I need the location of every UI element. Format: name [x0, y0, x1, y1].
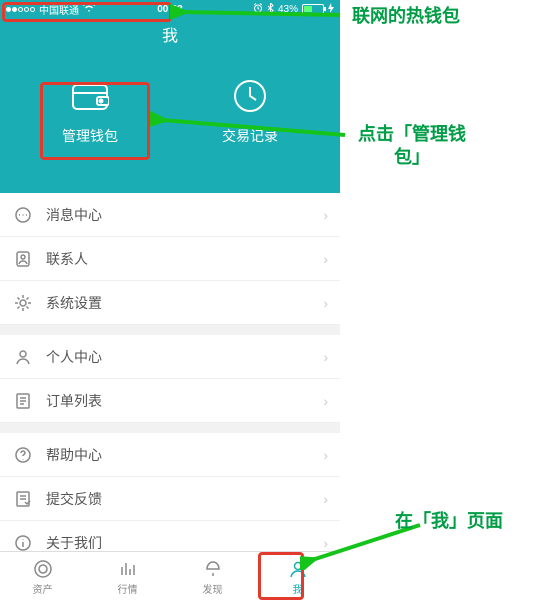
assets-icon: [33, 559, 53, 579]
row-help-label: 帮助中心: [46, 445, 323, 465]
orders-icon: [12, 392, 34, 410]
me-icon: [288, 559, 308, 579]
row-feedback[interactable]: 提交反馈 ›: [0, 477, 340, 521]
chevron-right-icon: ›: [323, 349, 328, 365]
help-icon: [12, 446, 34, 464]
manage-wallet-label: 管理钱包: [30, 126, 150, 146]
wallet-icon: [70, 76, 110, 116]
market-icon: [118, 559, 138, 579]
tab-assets[interactable]: 资产: [0, 552, 85, 603]
settings-icon: [12, 294, 34, 312]
phone-frame: 中国联通 00:23 43% 我: [0, 0, 340, 603]
chevron-right-icon: ›: [323, 295, 328, 311]
row-messages-label: 消息中心: [46, 205, 323, 225]
alarm-icon: [253, 3, 263, 16]
charging-icon: [328, 3, 334, 16]
row-personal[interactable]: 个人中心 ›: [0, 335, 340, 379]
tab-bar: 资产 行情 发现 我: [0, 551, 340, 603]
divider: [0, 423, 340, 433]
tab-me[interactable]: 我: [255, 552, 340, 603]
personal-icon: [12, 348, 34, 366]
chevron-right-icon: ›: [323, 207, 328, 223]
row-contacts-label: 联系人: [46, 249, 323, 269]
feedback-icon: [12, 490, 34, 508]
tab-me-label: 我: [293, 581, 303, 596]
row-settings-label: 系统设置: [46, 293, 323, 313]
annotation-text-top: 联网的热钱包: [352, 5, 460, 28]
history-icon: [230, 76, 270, 116]
tab-discover[interactable]: 发现: [170, 552, 255, 603]
row-messages[interactable]: 消息中心 ›: [0, 193, 340, 237]
annotation-text-me: 在「我」页面: [395, 510, 503, 533]
row-help[interactable]: 帮助中心 ›: [0, 433, 340, 477]
tab-market[interactable]: 行情: [85, 552, 170, 603]
signal-icon: [6, 7, 35, 12]
clock-label: 00:23: [157, 4, 183, 15]
row-contacts[interactable]: 联系人 ›: [0, 237, 340, 281]
row-orders-label: 订单列表: [46, 391, 323, 411]
tab-assets-label: 资产: [33, 581, 53, 596]
battery-pct: 43%: [278, 4, 298, 15]
battery-icon: [302, 4, 324, 14]
row-orders[interactable]: 订单列表 ›: [0, 379, 340, 423]
chevron-right-icon: ›: [323, 535, 328, 551]
carrier-label: 中国联通: [39, 2, 79, 17]
row-settings[interactable]: 系统设置 ›: [0, 281, 340, 325]
messages-icon: [12, 206, 34, 224]
tx-history-label: 交易记录: [190, 126, 310, 146]
tx-history-button[interactable]: 交易记录: [190, 76, 310, 146]
bluetooth-icon: [267, 3, 274, 16]
divider: [0, 325, 340, 335]
chevron-right-icon: ›: [323, 393, 328, 409]
row-about-label: 关于我们: [46, 533, 323, 553]
wifi-icon: [83, 3, 95, 16]
tab-discover-label: 发现: [203, 581, 223, 596]
chevron-right-icon: ›: [323, 251, 328, 267]
status-bar: 中国联通 00:23 43%: [0, 0, 340, 18]
about-icon: [12, 534, 34, 552]
page-title: 我: [0, 18, 340, 46]
annotation-text-wallet: 点击「管理钱 包」: [358, 123, 466, 170]
header: 我 管理钱包: [0, 18, 340, 193]
chevron-right-icon: ›: [323, 491, 328, 507]
row-personal-label: 个人中心: [46, 347, 323, 367]
contacts-icon: [12, 250, 34, 268]
manage-wallet-button[interactable]: 管理钱包: [30, 76, 150, 146]
row-feedback-label: 提交反馈: [46, 489, 323, 509]
tab-market-label: 行情: [118, 581, 138, 596]
discover-icon: [203, 559, 223, 579]
chevron-right-icon: ›: [323, 447, 328, 463]
